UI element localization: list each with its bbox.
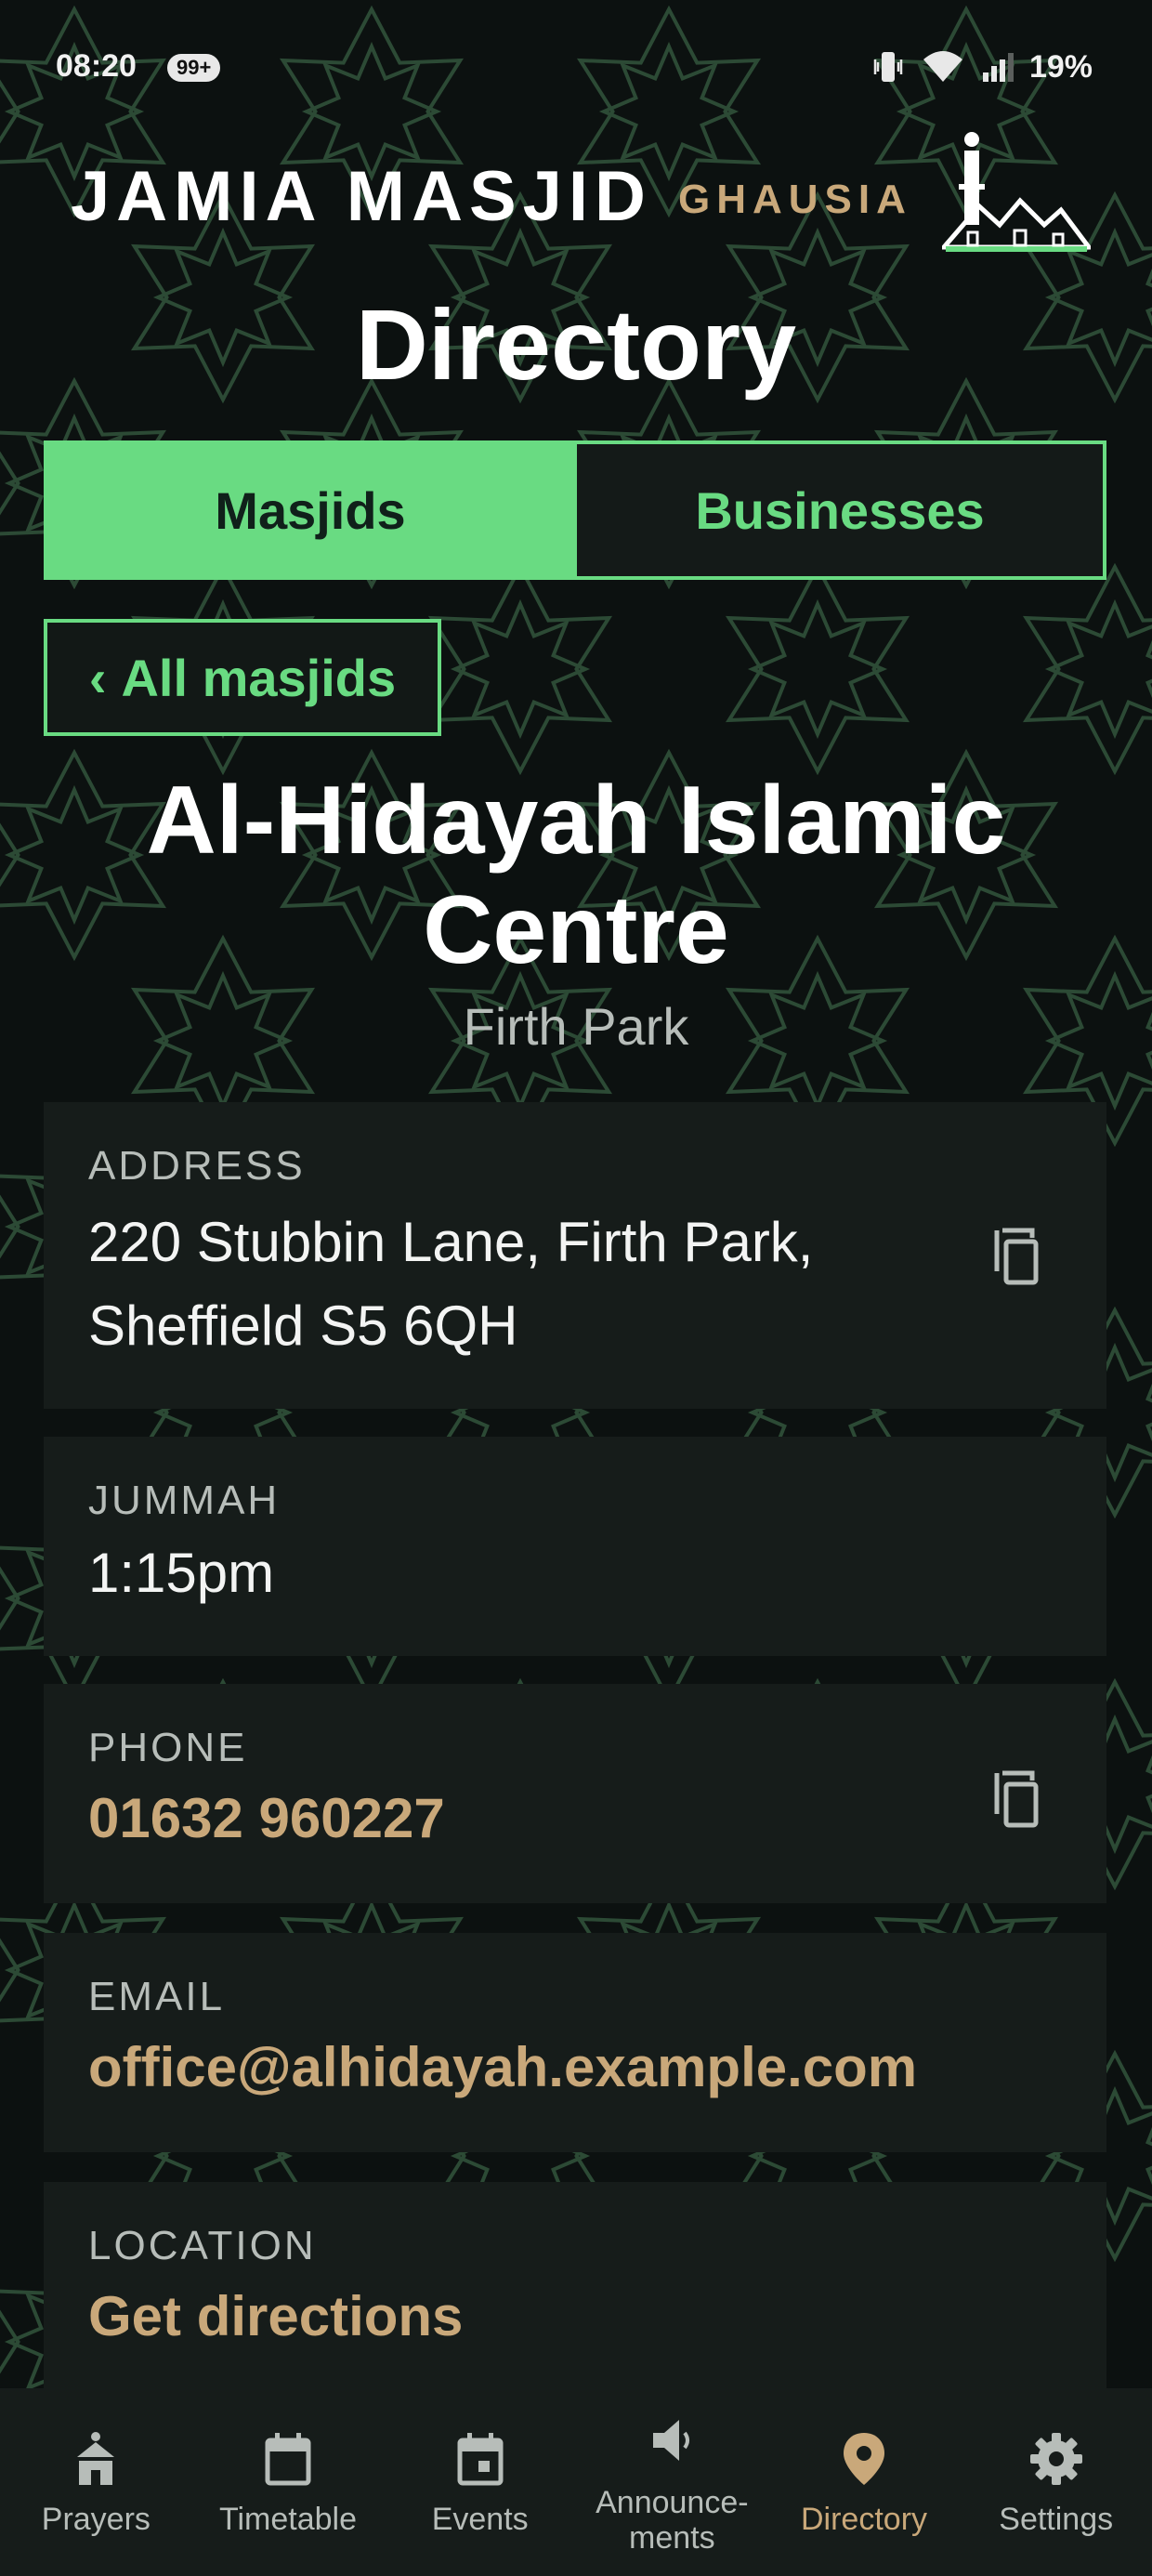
- back-button-label: All masjids: [121, 648, 397, 707]
- nav-prayers[interactable]: Prayers: [0, 2388, 192, 2576]
- event-icon: [457, 2433, 504, 2486]
- location-card: LOCATION Get directions: [44, 2182, 1106, 2388]
- page-title: Directory: [355, 288, 797, 401]
- nav-announcements-label: Announce- ments: [596, 2485, 749, 2556]
- tab-masjids[interactable]: Masjids: [47, 444, 573, 576]
- nav-timetable[interactable]: Timetable: [192, 2388, 385, 2576]
- nav-announcements[interactable]: Announce- ments: [576, 2388, 768, 2576]
- app-header: JAMIA MASJID GHAUSIA: [71, 132, 1093, 269]
- email-card: EMAIL office@alhidayah.example.com: [44, 1933, 1106, 2152]
- get-directions-link[interactable]: Get directions: [88, 2275, 463, 2359]
- status-bar: 08:20 99+ 19%: [0, 45, 1152, 91]
- nav-events[interactable]: Events: [384, 2388, 576, 2576]
- status-time: 08:20: [56, 48, 137, 84]
- nav-directory-label: Directory: [801, 2502, 928, 2537]
- masjid-area: Firth Park: [463, 997, 689, 1056]
- jummah-label: JUMMAH: [88, 1478, 281, 1523]
- location-label: LOCATION: [88, 2223, 317, 2268]
- megaphone-icon: [653, 2420, 690, 2461]
- phone-label: PHONE: [88, 1725, 248, 1770]
- address-line-1: 220 Stubbin Lane, Firth Park,: [88, 1211, 814, 1273]
- email-link[interactable]: office@alhidayah.example.com: [88, 2026, 917, 2109]
- app-subtitle: GHAUSIA: [678, 177, 912, 222]
- nav-directory[interactable]: Directory: [768, 2388, 961, 2576]
- status-icons: 19%: [870, 48, 1093, 85]
- copy-phone-icon[interactable]: [989, 1769, 1041, 1829]
- nav-settings[interactable]: Settings: [960, 2388, 1152, 2576]
- email-label: EMAIL: [88, 1974, 226, 2019]
- address-label: ADDRESS: [88, 1143, 306, 1189]
- directory-tabs: Masjids Businesses: [44, 440, 1106, 580]
- calendar-icon: [265, 2433, 311, 2486]
- copy-address-icon[interactable]: [989, 1227, 1041, 1286]
- all-masjids-back-button[interactable]: ‹ All masjids: [44, 619, 441, 736]
- app-title: JAMIA MASJID: [71, 157, 652, 236]
- masjid-name: Al-Hidayah Islamic Centre: [146, 767, 1006, 984]
- chevron-left-icon: ‹: [88, 648, 107, 707]
- phone-card: PHONE 01632 960227: [44, 1684, 1106, 1903]
- vibrate-icon: [873, 52, 903, 82]
- battery-level: 19%: [1028, 48, 1093, 85]
- prayer-icon: [77, 2432, 115, 2485]
- address-card: ADDRESS 220 Stubbin Lane, Firth Park, Sh…: [44, 1102, 1106, 1409]
- phone-link[interactable]: 01632 960227: [88, 1777, 445, 1860]
- jummah-card: JUMMAH 1:15pm: [44, 1437, 1106, 1656]
- nav-prayers-label: Prayers: [41, 2502, 151, 2537]
- wifi-icon: [923, 51, 962, 82]
- nav-settings-label: Settings: [999, 2502, 1114, 2537]
- jummah-time: 1:15pm: [88, 1542, 275, 1604]
- bottom-navigation: Prayers Timetable Events Announce- ments: [0, 2388, 1152, 2576]
- gear-icon: [1029, 2433, 1082, 2485]
- masjid-logo-icon: [942, 132, 1091, 252]
- nav-events-label: Events: [431, 2502, 529, 2537]
- location-pin-icon: [844, 2433, 885, 2485]
- signal-icon: [982, 53, 1014, 82]
- address-line-2: Sheffield S5 6QH: [88, 1295, 518, 1357]
- nav-timetable-label: Timetable: [218, 2502, 358, 2537]
- tab-businesses[interactable]: Businesses: [573, 444, 1103, 576]
- notification-badge: 99+: [167, 54, 221, 82]
